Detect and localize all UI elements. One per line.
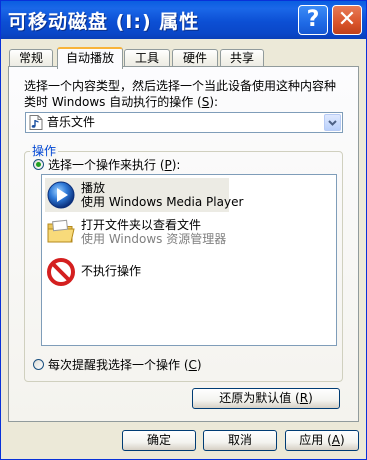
close-button[interactable]: ✕ (332, 5, 362, 35)
action-subtitle: 使用 Windows Media Player (81, 195, 244, 209)
tab-sharing[interactable]: 共享 (220, 49, 264, 67)
tab-general[interactable]: 常规 (9, 49, 53, 67)
description-line-2: 类时 Windows 自动执行的操作 (S): (24, 95, 219, 109)
help-button[interactable]: ? (298, 5, 328, 35)
tab-autoplay[interactable]: 自动播放 (57, 47, 123, 69)
action-title: 不执行操作 (81, 264, 142, 278)
action-item-no-action[interactable]: 不执行操作 (45, 255, 245, 289)
prompt-each-time-radio[interactable]: 每次提醒我选择一个操作 (C) (33, 358, 202, 372)
radio-checked-icon[interactable] (33, 159, 44, 170)
window-title: 可移动磁盘 (I:) 属性 (8, 11, 200, 33)
radio-unchecked-icon[interactable] (33, 359, 44, 370)
restore-defaults-button[interactable]: 还原为默认值 (R) (192, 388, 340, 409)
choose-action-radio[interactable]: 选择一个操作来执行 (P): (33, 158, 180, 172)
action-list[interactable]: 播放 使用 Windows Media Player 打开文件夹以查看文件 使用… (41, 174, 337, 346)
action-subtitle: 使用 Windows 资源管理器 (81, 232, 227, 246)
action-item-play[interactable]: 播放 使用 Windows Media Player (45, 178, 243, 212)
actions-group-legend: 操作 (30, 144, 59, 158)
cancel-button[interactable]: 取消 (203, 430, 277, 451)
tab-hardware[interactable]: 硬件 (172, 49, 218, 67)
autoplay-panel: 选择一个内容类型，然后选择一个当此设备使用这种内容种 类时 Windows 自动… (8, 66, 359, 422)
properties-dialog: 可移动磁盘 (I:) 属性 ? ✕ 常规 自动播放 工具 硬件 共享 选择一个内… (0, 0, 367, 460)
content-type-dropdown[interactable]: 音乐文件 (25, 112, 343, 133)
music-file-icon (29, 115, 43, 130)
action-item-open-folder[interactable]: 打开文件夹以查看文件 使用 Windows 资源管理器 (45, 215, 245, 249)
content-type-value: 音乐文件 (47, 115, 96, 129)
tab-tools[interactable]: 工具 (124, 49, 170, 67)
no-action-icon (47, 258, 75, 286)
apply-button[interactable]: 应用 (A) (285, 430, 359, 451)
question-mark-icon: ? (306, 7, 320, 32)
content-type-description: 选择一个内容类型，然后选择一个当此设备使用这种内容种 类时 Windows 自动… (24, 78, 354, 110)
chevron-down-icon (328, 120, 337, 126)
description-line-1: 选择一个内容类型，然后选择一个当此设备使用这种内容种 (24, 79, 337, 93)
folder-icon (47, 219, 75, 243)
windows-media-player-icon (47, 181, 75, 209)
action-title: 打开文件夹以查看文件 (81, 218, 202, 232)
action-title: 播放 (81, 181, 106, 195)
title-bar[interactable]: 可移动磁盘 (I:) 属性 ? ✕ (1, 1, 366, 39)
close-icon: ✕ (337, 7, 357, 32)
ok-button[interactable]: 确定 (122, 430, 196, 451)
dropdown-arrow-button[interactable] (324, 114, 341, 131)
